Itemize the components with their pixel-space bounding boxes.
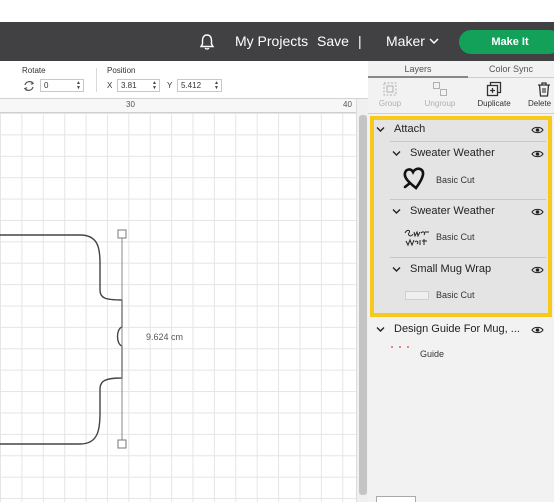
layer-name: Small Mug Wrap xyxy=(410,263,492,275)
edit-toolbar: Rotate 0 ▲ ▼ Position X 3.81 ▲ ▼ Y 5.412 ▲… xyxy=(0,61,368,99)
position-y-input[interactable]: 5.412 ▲ ▼ xyxy=(177,79,222,92)
design-guide-label: Design Guide For Mug, ... xyxy=(394,323,520,335)
rotate-icon[interactable] xyxy=(22,79,36,93)
position-x-input[interactable]: 3.81 ▲ ▼ xyxy=(117,79,160,92)
bell-icon[interactable] xyxy=(197,32,217,52)
duplicate-label: Duplicate xyxy=(477,99,511,108)
chevron-down-icon[interactable] xyxy=(376,325,385,334)
divider xyxy=(390,199,546,200)
attach-label: Attach xyxy=(394,123,426,135)
horizontal-ruler: 30 40 xyxy=(0,99,356,113)
dimension-label: 9.624 cm xyxy=(146,332,184,342)
layer-actions: Group Ungroup Duplicate Delete xyxy=(368,78,554,114)
ungroup-icon xyxy=(433,82,447,96)
position-x-value: 3.81 xyxy=(121,81,137,90)
rotate-label: Rotate xyxy=(22,66,46,75)
app-header: My Projects Save | Maker Make It xyxy=(0,22,554,61)
chevron-down-icon[interactable] xyxy=(392,149,401,158)
stepper-arrows-icon[interactable]: ▲ ▼ xyxy=(76,81,81,91)
heart-thumbnail xyxy=(403,167,425,190)
layer-design-guide[interactable]: Design Guide For Mug, ... xyxy=(368,320,554,340)
script-text-thumbnail xyxy=(404,229,429,247)
layer-attach-group[interactable]: Attach xyxy=(368,120,554,140)
eye-icon[interactable] xyxy=(531,125,544,135)
rotate-input[interactable]: 0 ▲ ▼ xyxy=(40,79,84,92)
eye-icon[interactable] xyxy=(531,207,544,217)
machine-selector[interactable]: Maker xyxy=(386,33,425,49)
eye-icon[interactable] xyxy=(531,325,544,335)
layer-name: Sweater Weather xyxy=(410,147,495,159)
position-y-value: 5.412 xyxy=(181,81,202,90)
tab-color-sync[interactable]: Color Sync xyxy=(468,61,554,78)
ungroup-button[interactable]: Ungroup xyxy=(418,81,462,108)
rotate-value: 0 xyxy=(44,81,49,90)
ruler-mark: 40 xyxy=(343,100,352,109)
group-icon xyxy=(383,82,397,96)
scrollbar-thumb[interactable] xyxy=(359,115,367,495)
eye-icon[interactable] xyxy=(531,149,544,159)
stepper-arrows-icon[interactable]: ▲ ▼ xyxy=(214,81,219,91)
chevron-down-icon[interactable] xyxy=(392,207,401,216)
layer-sweater-weather-2[interactable]: Sweater Weather xyxy=(368,202,554,222)
chevron-down-icon[interactable] xyxy=(392,265,401,274)
eye-icon[interactable] xyxy=(531,265,544,275)
canvas-scrollbar[interactable] xyxy=(356,99,368,502)
position-label: Position xyxy=(107,66,136,75)
divider xyxy=(390,141,546,142)
layers-panel: Layers Color Sync Group Ungroup Duplicat… xyxy=(368,61,554,502)
delete-label: Delete xyxy=(528,99,552,108)
duplicate-button[interactable]: Duplicate xyxy=(474,81,514,108)
mug-wrap-thumbnail xyxy=(405,291,429,300)
operation-label: Basic Cut xyxy=(436,175,475,185)
make-it-button[interactable]: Make It xyxy=(459,30,554,54)
panel-bottom-button[interactable] xyxy=(376,496,416,502)
ruler-mark: 30 xyxy=(126,100,135,109)
stepper-arrows-icon[interactable]: ▲ ▼ xyxy=(152,81,157,91)
group-label: Group xyxy=(378,99,402,108)
header-separator: | xyxy=(358,33,362,49)
operation-label: Guide xyxy=(420,349,445,359)
my-projects-link[interactable]: My Projects xyxy=(235,33,308,49)
mug-wrap-shape[interactable] xyxy=(0,113,356,502)
layer-sweater-weather-1[interactable]: Sweater Weather xyxy=(368,144,554,164)
trash-icon xyxy=(538,82,550,97)
design-canvas[interactable]: 9.624 cm xyxy=(0,113,356,502)
top-strip xyxy=(0,0,554,22)
guide-thumbnail xyxy=(391,346,409,348)
operation-label: Basic Cut xyxy=(436,232,475,242)
tab-layers[interactable]: Layers xyxy=(368,61,468,78)
delete-button[interactable]: Delete xyxy=(528,81,554,108)
chevron-down-icon[interactable] xyxy=(376,125,385,134)
save-button[interactable]: Save xyxy=(317,33,349,49)
group-button[interactable]: Group xyxy=(372,81,408,108)
design-space: My Projects Save | Maker Make It Rotate … xyxy=(0,0,554,502)
layer-small-mug-wrap[interactable]: Small Mug Wrap xyxy=(368,260,554,280)
ungroup-label: Ungroup xyxy=(424,99,456,108)
x-label: X xyxy=(107,81,113,90)
chevron-down-icon[interactable] xyxy=(428,35,440,47)
duplicate-icon xyxy=(486,81,502,97)
layer-name: Sweater Weather xyxy=(410,205,495,217)
y-label: Y xyxy=(167,81,173,90)
divider xyxy=(390,257,546,258)
operation-label: Basic Cut xyxy=(436,290,475,300)
toolbar-divider xyxy=(96,68,97,92)
